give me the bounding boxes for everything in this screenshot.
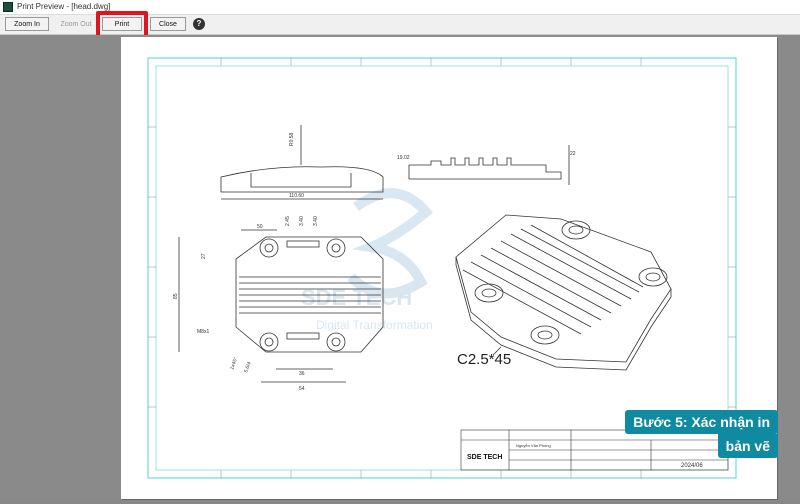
dim-50: 50 xyxy=(257,224,263,230)
title-block-date: 2024/06 xyxy=(681,463,703,469)
callout-line-1: Bước 5: Xác nhận in xyxy=(625,410,778,434)
title-block-name: Nguyễn Văn Phong xyxy=(516,443,551,448)
dim-36: 36 xyxy=(299,371,305,377)
watermark-tagline: Digital Transformation xyxy=(316,318,433,332)
title-block-company: SDE TECH xyxy=(467,454,502,461)
dim-r058: R0.58 xyxy=(289,132,295,146)
plan-view-dimensions: 50 2.45 3.40 3.40 27 85 54 36 M8x1 1x45°… xyxy=(173,216,319,392)
dim-1x45: 1x45° xyxy=(229,357,239,371)
dim-340b: 3.40 xyxy=(313,216,319,226)
front-view-part xyxy=(408,145,570,185)
dim-27: 27 xyxy=(201,253,207,259)
zoom-in-button[interactable]: Zoom In xyxy=(5,17,49,31)
help-icon[interactable]: ? xyxy=(193,18,205,30)
app-icon xyxy=(3,2,13,12)
dim-110: 110.60 xyxy=(289,193,304,199)
dim-22: 22 xyxy=(570,151,576,157)
dim-245: 2.45 xyxy=(285,216,291,226)
dim-1902: 19.02 xyxy=(397,155,410,161)
isometric-view-part xyxy=(455,214,672,371)
close-button[interactable]: Close xyxy=(150,17,186,31)
step-callout: Bước 5: Xác nhận in bản vẽ xyxy=(625,410,778,458)
dim-564: 5.6/4 xyxy=(243,361,253,374)
dim-85: 85 xyxy=(173,293,179,299)
watermark: SDE TECH Digital Transformation xyxy=(301,188,434,332)
zoom-out-button[interactable]: Zoom Out xyxy=(56,17,96,31)
dim-54: 54 xyxy=(299,386,305,392)
dim-m8: M8x1 xyxy=(197,329,209,335)
chamfer-note: C2.5*45 xyxy=(457,351,511,368)
side-view-part xyxy=(220,125,384,200)
dim-340a: 3.40 xyxy=(299,216,305,226)
callout-line-2: bản vẽ xyxy=(717,434,778,458)
